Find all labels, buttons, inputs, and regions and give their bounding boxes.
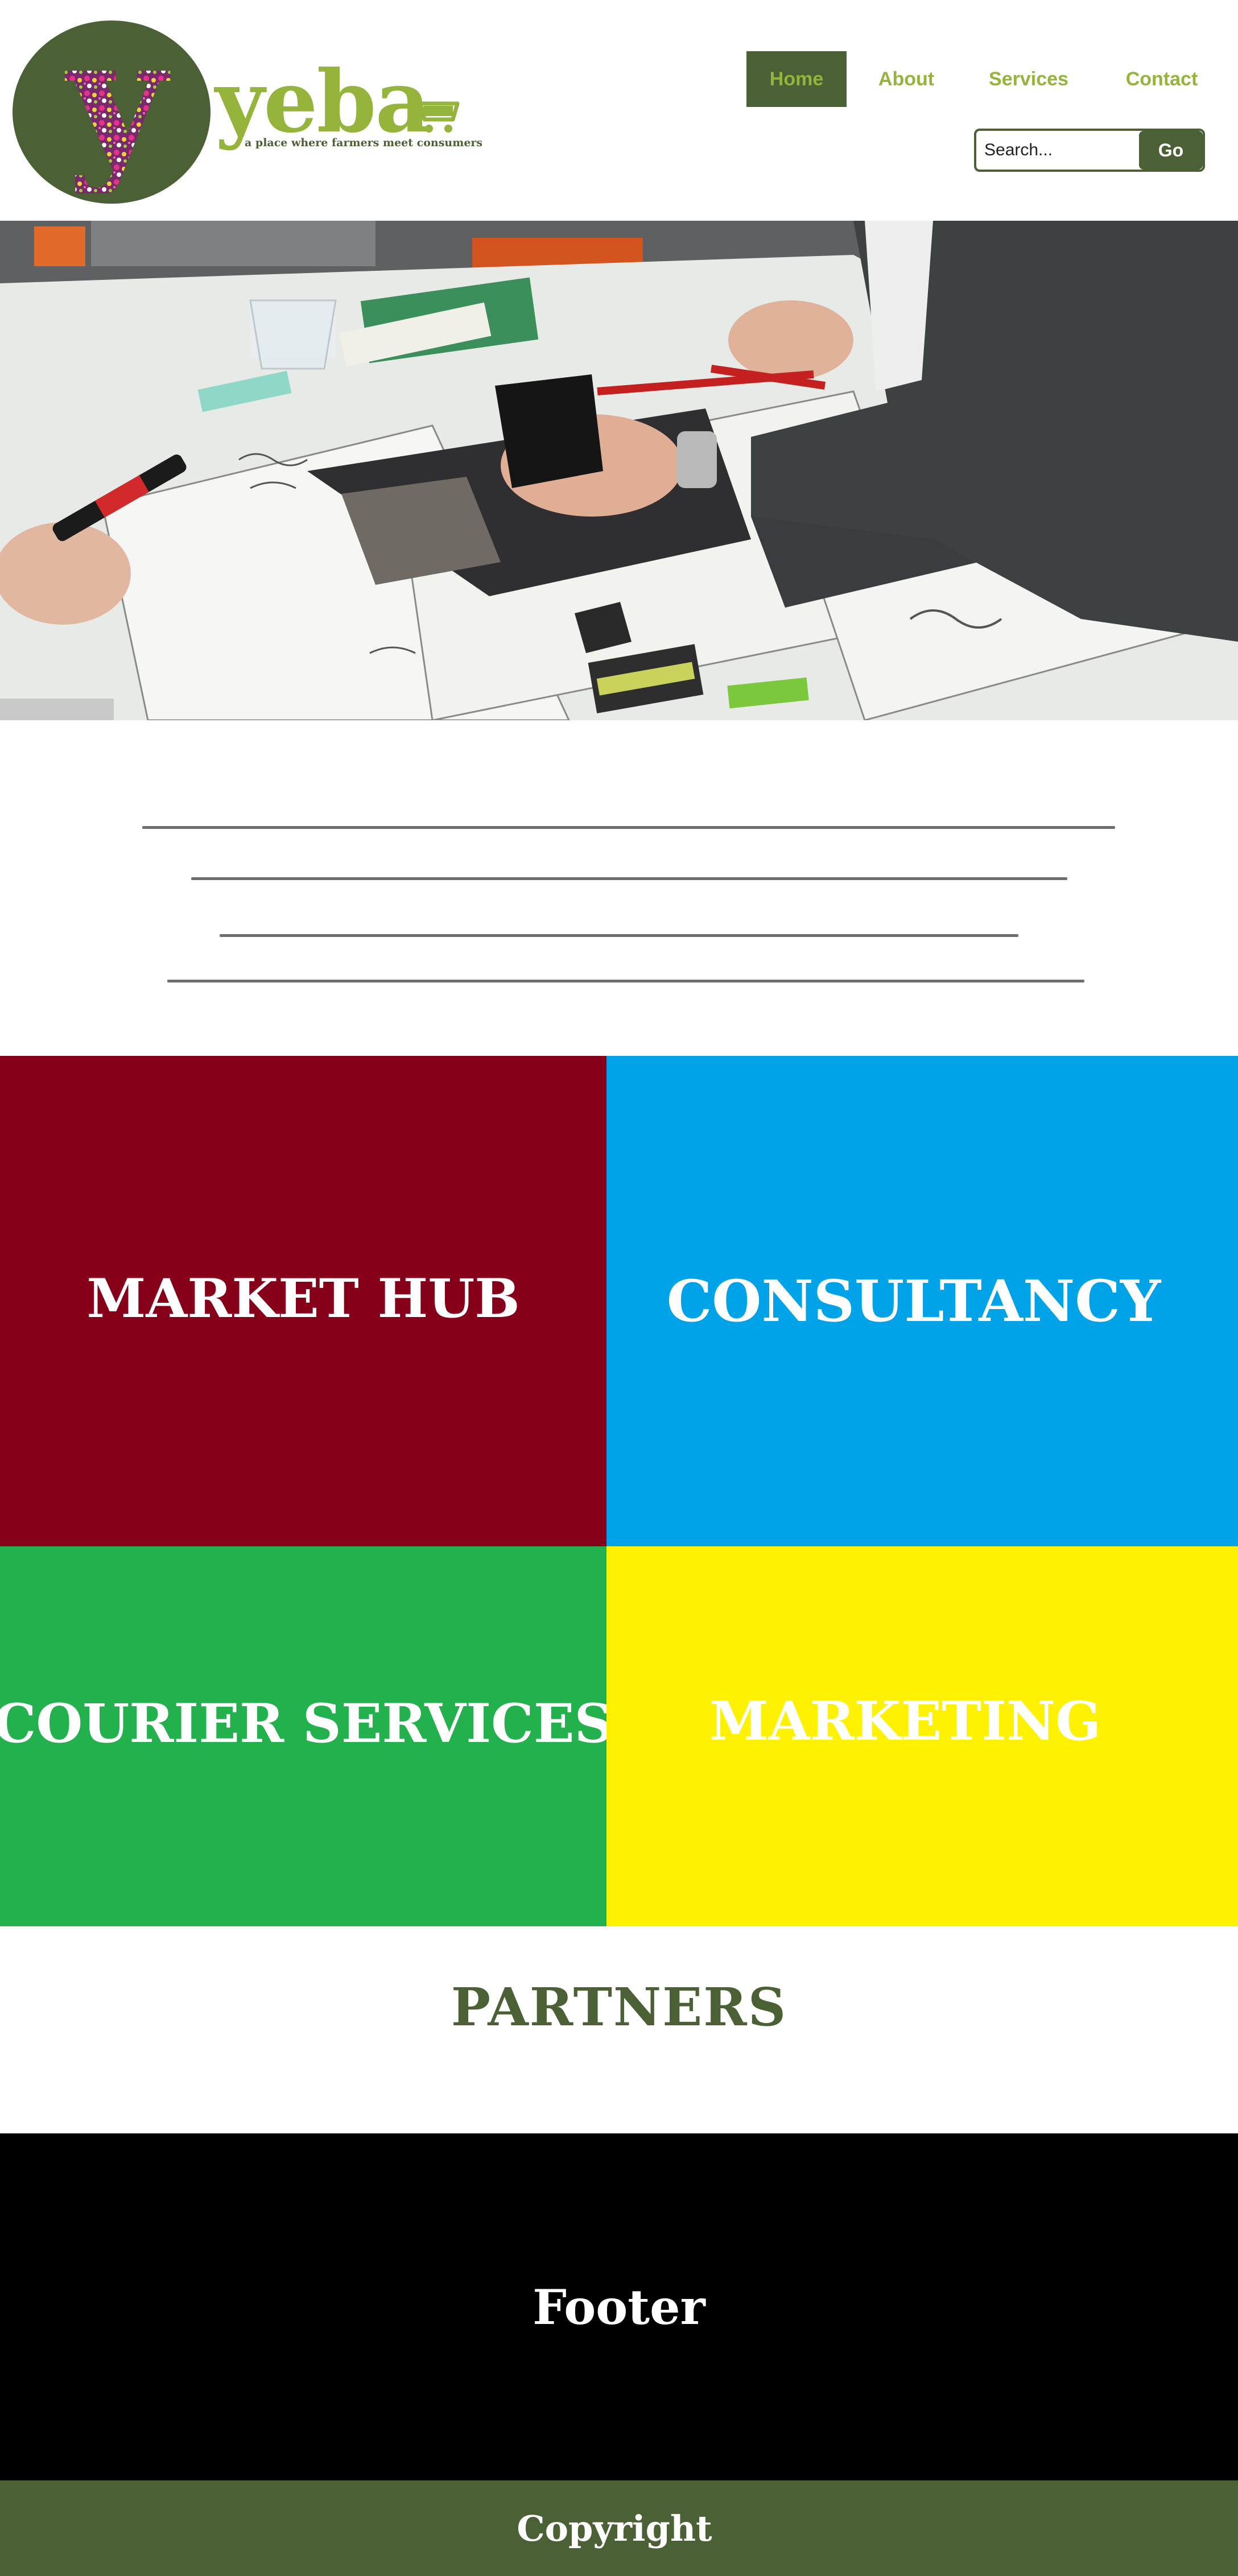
footer: Footer — [0, 2133, 1238, 2480]
hero-image — [0, 221, 1238, 720]
search-go-button[interactable]: Go — [1139, 131, 1203, 170]
service-consultancy[interactable]: CONSULTANCY — [606, 1056, 1238, 1546]
service-market-hub[interactable]: MARKET HUB — [0, 1056, 606, 1546]
site-header: y yeba a place where farmers meet consum… — [0, 0, 1238, 221]
nav-contact[interactable]: Contact — [1112, 51, 1212, 107]
footer-label: Footer — [533, 2278, 705, 2335]
placeholder-line — [167, 980, 1084, 982]
logo-y-letter: y — [64, 46, 171, 193]
nav-home[interactable]: Home — [746, 51, 847, 107]
placeholder-line — [191, 877, 1067, 880]
hero-photo — [0, 221, 1238, 720]
service-label: MARKET HUB — [86, 1268, 520, 1330]
service-marketing[interactable]: MARKETING — [606, 1546, 1238, 1926]
service-label: COURIER SERVICES — [0, 1692, 613, 1755]
logo-y-icon: y — [64, 46, 171, 193]
service-label: MARKETING — [709, 1690, 1101, 1753]
search-input[interactable] — [984, 131, 1144, 170]
brand-tagline: a place where farmers meet consumers — [245, 137, 483, 149]
service-label: CONSULTANCY — [666, 1268, 1161, 1335]
partners-section: PARTNERS — [0, 1926, 1238, 2133]
search-form: Go — [974, 129, 1205, 172]
service-courier[interactable]: COURIER SERVICES — [0, 1546, 613, 1926]
cart-icon — [410, 97, 460, 133]
placeholder-line — [142, 826, 1115, 829]
partners-title: PARTNERS — [451, 1976, 787, 2038]
nav-about[interactable]: About — [866, 51, 947, 107]
intro-text-placeholder — [0, 720, 1238, 1057]
copyright-bar: Copyright — [0, 2480, 1238, 2576]
copyright-label: Copyright — [517, 2507, 712, 2549]
placeholder-line — [220, 934, 1018, 937]
nav-services[interactable]: Services — [975, 51, 1082, 107]
brand-name[interactable]: yeba — [215, 59, 431, 145]
